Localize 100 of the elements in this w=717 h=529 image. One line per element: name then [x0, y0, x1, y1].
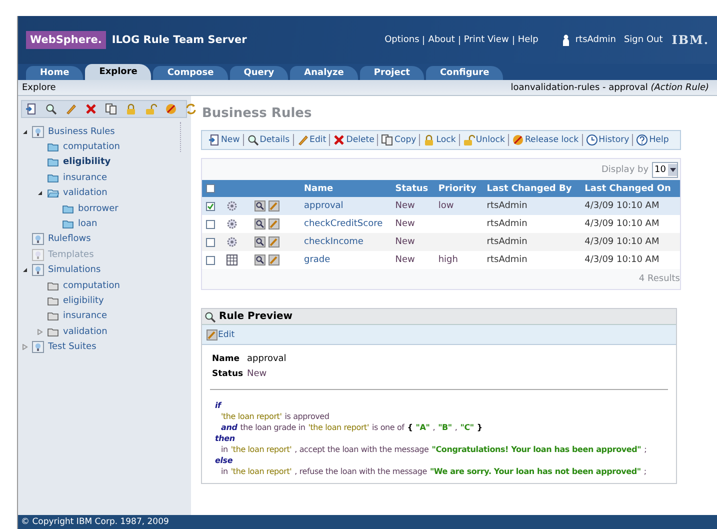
toolbar-button[interactable]: Copy	[377, 134, 420, 146]
column-header[interactable]: Name	[304, 184, 334, 194]
refresh-icon[interactable]	[185, 103, 197, 115]
table-cell: 4/3/09 10:10 AM	[584, 201, 660, 211]
table-cell: 4/3/09 10:10 AM	[584, 255, 660, 265]
folder-icon	[47, 326, 59, 338]
row-checkbox[interactable]	[206, 256, 215, 264]
dropdown-arrow-icon[interactable]	[670, 168, 676, 172]
folder-icon	[47, 294, 59, 307]
clock-icon	[586, 134, 598, 146]
toolbar-button[interactable]: Unlock	[458, 134, 508, 146]
nav-tab[interactable]: Analyze	[290, 66, 358, 80]
toolbar-button[interactable]: Lock	[419, 134, 459, 146]
pencil-icon[interactable]	[65, 103, 77, 115]
rule-line: in 'the loan report' , refuse the loan with the message "We are sorry. Your loan has not been approved" ;	[220, 466, 648, 477]
search-icon[interactable]	[45, 103, 57, 115]
rule-line: and the loan grade in 'the loan report' is one of { "A" , "B" , "C" }	[220, 422, 484, 433]
no-sign-icon	[512, 134, 524, 146]
toolbar-button[interactable]: Release lock	[508, 134, 582, 146]
tree-item[interactable]: validation	[63, 188, 108, 198]
nav-tab[interactable]: Query	[230, 66, 288, 80]
folder-icon	[47, 280, 59, 292]
rule-line: 'the loan report' is approved	[220, 411, 330, 422]
header-link[interactable]: Help	[512, 36, 542, 44]
nav-tab[interactable]: Project	[360, 66, 424, 80]
page-title: Business Rules	[202, 106, 313, 121]
project-icon	[32, 264, 44, 276]
page-size-select[interactable]: 10	[652, 162, 678, 178]
copy-icon[interactable]	[105, 103, 117, 115]
folder-icon	[47, 141, 59, 154]
toolbar-button[interactable]: Help	[632, 134, 672, 146]
toolbar-button[interactable]: Edit	[292, 134, 330, 146]
table-row[interactable]: checkCreditScore New rtsAdmin 4/3/09 10:10 AM	[202, 215, 680, 233]
table-cell: New	[395, 219, 415, 229]
search-icon	[246, 134, 259, 146]
nav-tab[interactable]: Configure	[426, 66, 504, 80]
tree-item[interactable]: Ruleflows	[48, 234, 91, 244]
tree-item[interactable]: loan	[78, 219, 98, 230]
header-link[interactable]: About	[423, 36, 459, 44]
copyright: © Copyright IBM Corp. 1987, 2009	[21, 517, 169, 527]
product-title: ILOG Rule Team Server	[112, 34, 248, 46]
help-icon	[636, 134, 648, 146]
table-cell: 4/3/09 10:10 AM	[584, 237, 660, 247]
copy-icon	[381, 134, 394, 146]
expanded-arrow-icon[interactable]	[22, 128, 28, 135]
tree-item[interactable]: insurance	[63, 311, 108, 322]
nav-tab[interactable]: Home	[26, 66, 84, 80]
header-link[interactable]: Options	[380, 36, 424, 44]
table-cell: New	[395, 201, 415, 211]
tree-item[interactable]: computation	[63, 142, 120, 152]
tree-item[interactable]: Business Rules	[48, 126, 115, 137]
rule-name-link[interactable]: grade	[304, 255, 330, 265]
tree-item[interactable]: Simulations	[48, 265, 101, 276]
tree-item[interactable]: Test Suites	[48, 342, 96, 352]
no-sign-icon[interactable]	[165, 103, 177, 115]
display-by-label: Display by	[601, 164, 649, 174]
row-checkbox[interactable]	[206, 220, 215, 228]
tree-item[interactable]: borrower	[78, 204, 118, 214]
toolbar-button[interactable]: Delete	[329, 134, 378, 146]
rule-line: else	[215, 455, 234, 466]
tree-item[interactable]: computation	[63, 280, 120, 291]
collapsed-arrow-icon[interactable]	[36, 328, 42, 335]
nav-tab[interactable]: Explore	[85, 64, 152, 80]
table-cell: New	[395, 255, 415, 265]
gear-icon	[226, 218, 238, 230]
collapsed-arrow-icon[interactable]	[22, 344, 28, 350]
preview-icon[interactable]	[254, 218, 266, 230]
header-link[interactable]: Print View	[458, 36, 513, 44]
row-checkbox[interactable]	[206, 202, 215, 210]
tree-item[interactable]: eligibility	[63, 296, 104, 306]
sign-out-link[interactable]: Sign Out	[624, 35, 663, 45]
toolbar-button[interactable]: Details	[242, 134, 293, 146]
table-row[interactable]: checkIncome New rtsAdmin 4/3/09 10:10 AM	[202, 233, 680, 251]
delete-icon[interactable]	[85, 103, 97, 115]
folder-icon	[47, 187, 59, 200]
toolbar-button[interactable]: History	[582, 134, 632, 146]
folder-icon	[62, 218, 74, 230]
preview-icon[interactable]	[254, 236, 266, 248]
table-row[interactable]: grade New high rtsAdmin 4/3/09 10:10 AM	[202, 251, 680, 269]
gear-icon	[226, 236, 238, 248]
select-all-checkbox[interactable]	[206, 184, 215, 193]
toolbar-button[interactable]: New	[205, 134, 243, 146]
expanded-arrow-icon[interactable]	[22, 267, 28, 274]
row-checkbox[interactable]	[206, 238, 215, 246]
preview-icon[interactable]	[254, 254, 266, 266]
current-rule-path: loanvalidation-rules - approval (Action Rule)	[510, 82, 709, 92]
tree-item[interactable]: insurance	[63, 172, 108, 183]
nav-tab[interactable]: Compose	[153, 66, 228, 80]
edit-link[interactable]: Edit	[206, 328, 235, 340]
company-logo: IBM.	[672, 33, 709, 47]
unlock-icon[interactable]	[145, 103, 157, 115]
tree-item[interactable]: validation	[63, 326, 108, 337]
lock-icon[interactable]	[125, 103, 137, 115]
table-row[interactable]: approval New low rtsAdmin 4/3/09 10:10 AM	[202, 197, 680, 215]
project-icon	[32, 341, 44, 354]
preview-icon[interactable]	[254, 200, 266, 212]
pencil-icon	[296, 134, 309, 146]
tree-item[interactable]: eligibility	[63, 157, 111, 168]
expanded-arrow-icon[interactable]	[36, 190, 42, 196]
folder-icon	[47, 156, 59, 168]
